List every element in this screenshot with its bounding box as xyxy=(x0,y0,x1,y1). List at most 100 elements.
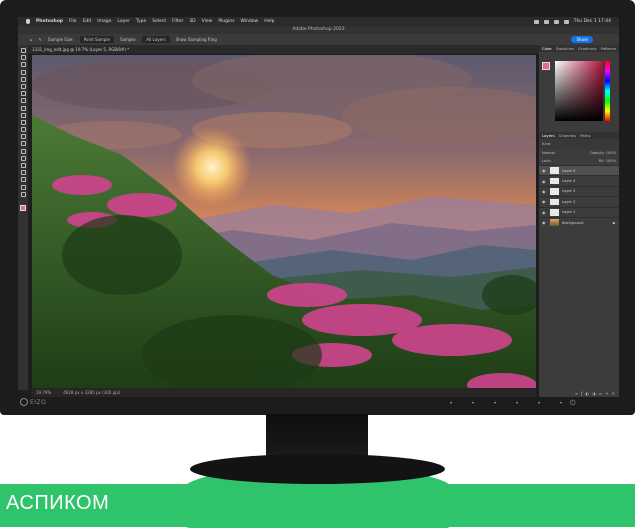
layer-name: Layer 4 xyxy=(562,179,576,184)
layer-row[interactable]: ◉ Layer 5 xyxy=(539,165,619,176)
monitor-screen: Photoshop File Edit Image Layer Type Sel… xyxy=(18,17,619,397)
visibility-eye-icon[interactable]: ◉ xyxy=(542,199,547,204)
color-panel-tabs: Color Swatches Gradients Patterns xyxy=(539,45,619,52)
trash-icon[interactable]: ✕ xyxy=(612,391,615,397)
menubar-clock[interactable]: Thu Dec 1 17:44 xyxy=(574,19,611,24)
tab-layers[interactable]: Layers xyxy=(542,132,555,139)
fill-field[interactable]: Fill: 100% xyxy=(599,157,616,165)
tab-color[interactable]: Color xyxy=(542,45,552,52)
blend-mode-select[interactable]: Normal xyxy=(542,149,555,157)
tab-patterns[interactable]: Patterns xyxy=(601,45,617,52)
bezel-button-icon[interactable]: • xyxy=(484,401,506,407)
wifi-icon[interactable] xyxy=(543,19,549,24)
bezel-button-icon[interactable]: • xyxy=(528,401,550,407)
frame-tool-icon[interactable] xyxy=(20,83,26,89)
move-tool-icon[interactable] xyxy=(20,48,26,53)
layer-thumbnail xyxy=(550,198,559,206)
shape-tool-icon[interactable] xyxy=(20,177,26,183)
tab-gradients[interactable]: Gradients xyxy=(578,45,597,52)
gradient-tool-icon[interactable] xyxy=(20,134,26,140)
layer-row[interactable]: ◉ Layer 1 xyxy=(539,206,619,217)
foreground-color-swatch[interactable] xyxy=(20,204,26,211)
lasso-tool-icon[interactable] xyxy=(20,62,26,68)
menu-filter[interactable]: Filter xyxy=(172,19,183,24)
hue-slider[interactable] xyxy=(605,61,610,121)
zoom-readout[interactable]: 19.79% xyxy=(36,388,51,397)
layer-row[interactable]: ◉ Layer 2 xyxy=(539,196,619,206)
hand-tool-icon[interactable] xyxy=(20,184,26,190)
home-icon[interactable]: ⌂ xyxy=(30,37,33,42)
brush-tool-icon[interactable] xyxy=(20,105,26,111)
menu-layer[interactable]: Layer xyxy=(117,19,130,24)
show-ring-checkbox[interactable]: Show Sampling Ring xyxy=(176,37,217,42)
menu-select[interactable]: Select xyxy=(152,19,166,24)
visibility-eye-icon[interactable]: ◉ xyxy=(542,189,547,194)
blur-tool-icon[interactable] xyxy=(20,141,26,147)
crop-tool-icon[interactable] xyxy=(20,76,26,82)
menu-photoshop[interactable]: Photoshop xyxy=(36,19,63,24)
menu-help[interactable]: Help xyxy=(264,19,274,24)
bezel-button-icon[interactable]: • xyxy=(462,401,484,407)
history-brush-tool-icon[interactable] xyxy=(20,119,26,125)
layer-thumbnail xyxy=(550,167,559,174)
layers-panel-tabs: Layers Channels Paths xyxy=(539,132,619,139)
menu-image[interactable]: Image xyxy=(97,19,111,24)
type-tool-icon[interactable] xyxy=(20,163,26,168)
layer-row[interactable]: ◉ Layer 3 xyxy=(539,185,619,196)
layer-name: Layer 5 xyxy=(562,168,576,173)
apple-icon[interactable] xyxy=(26,19,30,24)
dodge-tool-icon[interactable] xyxy=(20,148,26,154)
eyedropper-icon[interactable]: ✎ xyxy=(39,37,42,42)
foreground-color-chip[interactable] xyxy=(542,62,550,70)
menu-file[interactable]: File xyxy=(69,19,77,24)
document-canvas[interactable] xyxy=(32,55,536,388)
sample-select[interactable]: All Layers xyxy=(142,36,170,43)
sample-size-select[interactable]: Point Sample xyxy=(79,36,114,43)
menu-edit[interactable]: Edit xyxy=(83,19,92,24)
visibility-eye-icon[interactable]: ◉ xyxy=(542,220,547,225)
new-layer-icon[interactable]: + xyxy=(605,391,608,397)
fx-icon[interactable]: ƒ xyxy=(581,391,582,397)
path-select-tool-icon[interactable] xyxy=(20,170,26,176)
bezel-button-icon[interactable]: • xyxy=(506,401,528,407)
search-icon[interactable] xyxy=(553,19,559,24)
color-field[interactable] xyxy=(555,61,603,121)
menu-3d[interactable]: 3D xyxy=(189,19,195,24)
marquee-tool-icon[interactable] xyxy=(20,55,26,61)
bezel-button-icon[interactable]: • xyxy=(440,401,462,407)
layer-row[interactable]: ◉ Background ▪ xyxy=(539,216,619,227)
visibility-eye-icon[interactable]: ◉ xyxy=(542,210,547,215)
menu-type[interactable]: Type xyxy=(136,19,146,24)
layer-filter[interactable]: Kind xyxy=(539,139,619,149)
opacity-field[interactable]: Opacity: 100% xyxy=(590,149,616,157)
tab-swatches[interactable]: Swatches xyxy=(556,45,574,52)
power-icon[interactable]: ⏻ xyxy=(570,399,576,408)
bezel-button-icon[interactable]: • xyxy=(550,401,572,407)
eraser-tool-icon[interactable] xyxy=(20,127,26,133)
link-icon[interactable]: ∞ xyxy=(575,391,578,397)
tools-panel xyxy=(18,45,28,390)
adjustment-icon[interactable]: ◑ xyxy=(592,391,596,397)
share-button[interactable]: Share xyxy=(571,36,593,43)
quick-select-tool-icon[interactable] xyxy=(20,69,26,75)
menu-view[interactable]: View xyxy=(202,19,213,24)
mask-icon[interactable]: ◐ xyxy=(586,391,590,397)
control-center-icon[interactable] xyxy=(563,19,569,24)
tab-paths[interactable]: Paths xyxy=(580,132,590,139)
pen-tool-icon[interactable] xyxy=(20,155,26,161)
menu-plugins[interactable]: Plugins xyxy=(218,19,234,24)
stamp-tool-icon[interactable] xyxy=(20,112,26,118)
macos-menubar: Photoshop File Edit Image Layer Type Sel… xyxy=(18,17,619,26)
status-icon[interactable] xyxy=(533,19,539,24)
banner-text: АСПИКОМ xyxy=(6,492,110,514)
tab-channels[interactable]: Channels xyxy=(559,132,577,139)
eyedropper-tool-icon[interactable] xyxy=(20,91,26,97)
visibility-eye-icon[interactable]: ◉ xyxy=(542,179,547,184)
folder-icon[interactable]: ▭ xyxy=(599,391,603,397)
zoom-tool-icon[interactable] xyxy=(20,191,26,197)
healing-tool-icon[interactable] xyxy=(20,98,26,104)
document-tab[interactable]: 1331_img_edit.jpg @ 19.7% (Layer 5, RGB/… xyxy=(28,45,541,54)
visibility-eye-icon[interactable]: ◉ xyxy=(542,168,547,173)
menu-window[interactable]: Window xyxy=(240,19,258,24)
layer-row[interactable]: ◉ Layer 4 xyxy=(539,175,619,185)
